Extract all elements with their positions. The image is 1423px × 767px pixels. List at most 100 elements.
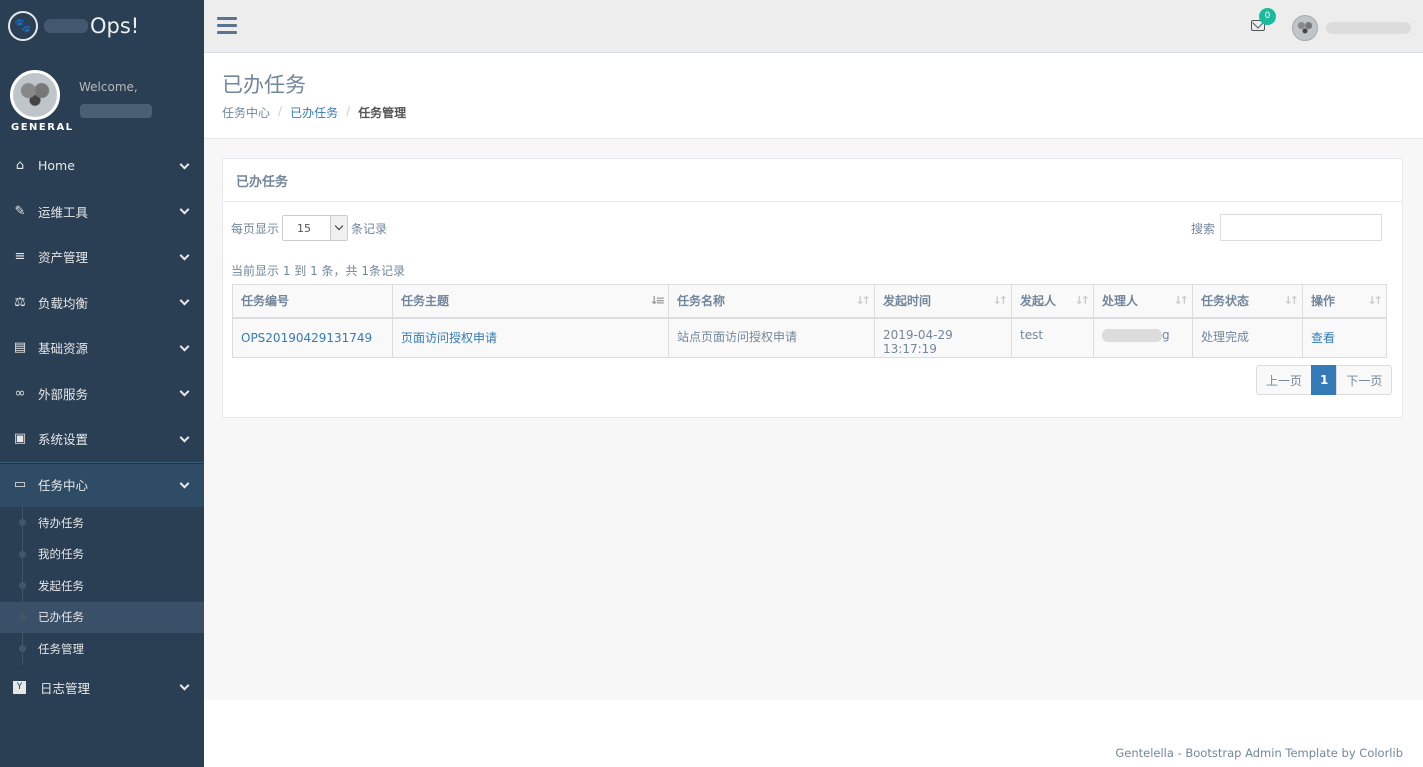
brand[interactable]: 🐾 Ops! — [0, 0, 204, 52]
cell-task-subject: 页面访问授权申请 — [392, 317, 669, 358]
sidebar-item-external[interactable]: ∞ 外部服务 — [0, 371, 204, 417]
prev-page-button[interactable]: 上一页 — [1256, 365, 1313, 395]
page-length-label: 每页显示 — [231, 222, 280, 236]
side-menu: ⌂ Home ✎ 运维工具 ≡ 资产管理 ⚖ 负载均衡 ▤ 基础资源 ∞ 外部服… — [0, 143, 204, 710]
submenu-item-manage[interactable]: 任务管理 — [0, 633, 204, 665]
footer-credit: Gentelella - Bootstrap Admin Template by… — [1115, 746, 1403, 760]
column-header[interactable]: 发起时间 ↓↑ — [874, 284, 1012, 319]
task-table: 任务编号 任务主题 ↓≡ 任务名称 ↓↑ 发起时间 ↓↑ 发起人 ↓↑ 处理人 ↓↑ 任务… — [232, 284, 1387, 358]
breadcrumb-separator: / — [278, 104, 283, 118]
sidebar-item-assets[interactable]: ≡ 资产管理 — [0, 234, 204, 280]
column-header[interactable]: 任务主题 ↓≡ — [392, 284, 669, 319]
submenu-item-done[interactable]: 已办任务 — [0, 601, 204, 633]
cell-status: 处理完成 — [1192, 317, 1303, 358]
sidebar-item-load-balance[interactable]: ⚖ 负载均衡 — [0, 280, 204, 326]
sidebar-item-ops-tools[interactable]: ✎ 运维工具 — [0, 189, 204, 235]
top-username-redacted[interactable] — [1326, 22, 1411, 34]
sort-icon: ↓↑ — [992, 294, 1009, 307]
cell-start-time: 2019-04-29 13:17:19 — [874, 317, 1012, 358]
search-input[interactable] — [1220, 214, 1382, 241]
chevron-down-icon — [179, 386, 190, 397]
sort-icon: ↓↑ — [1283, 294, 1300, 307]
submenu-item-todo[interactable]: 待办任务 — [0, 507, 204, 539]
sidebar-item-settings[interactable]: ▣ 系统设置 — [0, 416, 204, 462]
table-header-row: 任务编号 任务主题 ↓≡ 任务名称 ↓↑ 发起时间 ↓↑ 发起人 ↓↑ 处理人 ↓↑ 任务… — [232, 284, 1387, 319]
paw-icon: 🐾 — [8, 11, 38, 41]
sidebar-item-label: 任务中心 — [38, 478, 89, 494]
page-1-button[interactable]: 1 — [1311, 365, 1338, 395]
brand-redacted — [44, 19, 88, 33]
task-id-link[interactable]: OPS20190429131749 — [241, 331, 372, 345]
y-square-icon: Y — [13, 680, 26, 694]
chevron-down-icon — [179, 295, 190, 306]
page-length-value: 15 — [297, 222, 311, 235]
cell-task-name: 站点页面访问授权申请 — [668, 317, 875, 358]
sidebar-item-label: 日志管理 — [40, 680, 91, 696]
submenu-item-mine[interactable]: 我的任务 — [0, 539, 204, 571]
chevron-down-icon — [179, 478, 190, 489]
home-icon: ⌂ — [15, 158, 25, 174]
sidebar-item-task-center[interactable]: ▭ 任务中心 — [0, 461, 204, 507]
chevron-down-icon — [179, 341, 190, 352]
chevron-down-icon — [330, 216, 347, 240]
chevron-down-icon — [179, 204, 190, 215]
column-header[interactable]: 任务状态 ↓↑ — [1192, 284, 1303, 319]
sidebar-item-label: 资产管理 — [38, 250, 89, 266]
sidebar-item-home[interactable]: ⌂ Home — [0, 143, 204, 189]
view-link[interactable]: 查看 — [1311, 331, 1335, 345]
column-header[interactable]: 处理人 ↓↑ — [1093, 284, 1193, 319]
sort-icon: ↓↑ — [1173, 294, 1190, 307]
task-panel: 已办任务 每页显示 15 条记录 搜索 当前显示 1 到 1 条，共 1条记录 … — [222, 158, 1403, 418]
database-icon: ≡ — [14, 249, 26, 265]
search-label: 搜索 — [1191, 222, 1216, 236]
menu-section-title: GENERAL — [11, 122, 74, 133]
cell-handler: g — [1093, 317, 1193, 358]
sidebar-item-resources[interactable]: ▤ 基础资源 — [0, 325, 204, 371]
user-avatar[interactable] — [1292, 15, 1318, 41]
welcome-text: Welcome, — [79, 80, 138, 94]
laptop-icon: ▭ — [13, 477, 27, 493]
monitor-icon: ▣ — [13, 431, 27, 447]
sidebar-item-label: 负载均衡 — [38, 295, 89, 311]
sidebar-item-label: 基础资源 — [38, 341, 89, 357]
menu-toggle-icon[interactable] — [217, 17, 237, 34]
page-header: 已办任务 任务中心 / 已办任务 / 任务管理 — [204, 53, 1423, 139]
sidebar-item-logs[interactable]: Y 日志管理 — [0, 665, 204, 711]
cell-initiator: test — [1011, 317, 1094, 358]
column-header[interactable]: 任务名称 ↓↑ — [668, 284, 875, 319]
column-header[interactable]: 发起人 ↓↑ — [1011, 284, 1094, 319]
sort-icon: ↓↑ — [1367, 294, 1384, 307]
footer: Gentelella - Bootstrap Admin Template by… — [204, 700, 1423, 767]
table-row: OPS20190429131749 页面访问授权申请 站点页面访问授权申请 20… — [232, 317, 1387, 358]
task-submenu: 待办任务 我的任务 发起任务 已办任务 任务管理 — [0, 507, 204, 665]
breadcrumb-link[interactable]: 已办任务 — [290, 104, 338, 121]
submenu-item-initiate[interactable]: 发起任务 — [0, 570, 204, 602]
page-length-select[interactable]: 15 — [282, 215, 348, 241]
sidebar: 🐾 Ops! Welcome, GENERAL ⌂ Home ✎ 运维工具 ≡ … — [0, 0, 204, 767]
chevron-down-icon — [179, 680, 190, 691]
page-title: 已办任务 — [222, 73, 306, 97]
panel-title: 已办任务 — [223, 159, 1402, 202]
column-header[interactable]: 操作 ↓↑ — [1302, 284, 1387, 319]
column-header[interactable]: 任务编号 — [232, 284, 393, 319]
breadcrumb-separator: / — [346, 104, 351, 118]
sidebar-item-label: 外部服务 — [38, 386, 89, 402]
pagination: 上一页 1 下一页 — [1256, 365, 1393, 395]
sidebar-item-label: 运维工具 — [38, 204, 89, 220]
sidebar-item-label: 系统设置 — [38, 432, 89, 448]
breadcrumb: 任务中心 / 已办任务 / 任务管理 — [222, 104, 406, 121]
sort-icon: ↓↑ — [855, 294, 872, 307]
handler-suffix: g — [1162, 327, 1170, 342]
task-subject-link[interactable]: 页面访问授权申请 — [401, 331, 497, 345]
page-length-suffix: 条记录 — [351, 222, 388, 236]
mail-count-badge: 0 — [1259, 8, 1276, 25]
chevron-down-icon — [179, 250, 190, 261]
chevron-down-icon — [179, 159, 190, 170]
breadcrumb-item: 任务中心 — [222, 106, 271, 120]
next-page-button[interactable]: 下一页 — [1336, 365, 1393, 395]
brand-title: Ops! — [90, 14, 140, 38]
username-redacted — [80, 104, 152, 118]
handler-redacted — [1102, 328, 1162, 342]
wrench-icon: ✎ — [14, 203, 26, 219]
table-info: 当前显示 1 到 1 条，共 1条记录 — [231, 264, 405, 278]
